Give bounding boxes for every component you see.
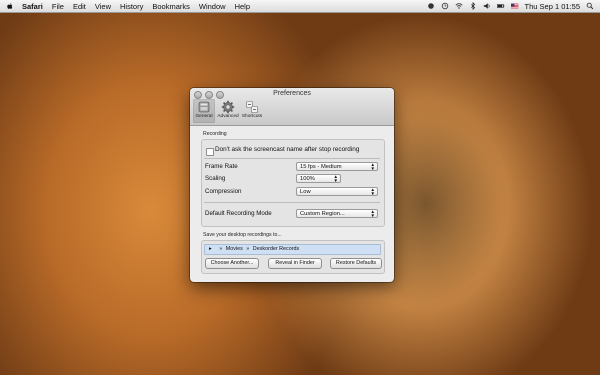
general-icon (198, 101, 210, 113)
toolbar-tabs: General Advanced Shortcuts (193, 99, 263, 123)
menu-extras: Thu Sep 1 01:55 (427, 0, 594, 12)
choose-another-button[interactable]: Choose Another... (205, 258, 259, 269)
menu-history[interactable]: History (120, 2, 143, 11)
path-control[interactable]: ▸ » Movies » Deskorder Records (204, 244, 381, 255)
spotlight-icon[interactable] (586, 2, 594, 10)
path-movies[interactable]: Movies (226, 246, 243, 252)
save-section-label: Save your desktop recordings to... (203, 232, 282, 238)
frame-rate-label: Frame Rate (205, 163, 238, 170)
menu-app-name[interactable]: Safari (22, 2, 43, 11)
frame-rate-select[interactable]: 15 fps - Medium ▲ ▼ (296, 162, 378, 171)
scaling-value: 100% (300, 176, 315, 182)
volume-icon[interactable] (483, 2, 491, 10)
menu-view[interactable]: View (95, 2, 111, 11)
path-root-icon: ▸ (209, 246, 212, 252)
scaling-select[interactable]: 100% ▲ ▼ (296, 174, 341, 183)
title-bar: Preferences General Advanced Shortcuts (190, 88, 394, 126)
menu-file[interactable]: File (52, 2, 64, 11)
menu-bookmarks[interactable]: Bookmarks (152, 2, 190, 11)
bluetooth-icon[interactable] (469, 2, 477, 10)
stepper-arrows-icon: ▲ ▼ (370, 162, 375, 171)
menu-help[interactable]: Help (235, 2, 250, 11)
default-mode-label: Default Recording Mode (205, 210, 272, 217)
tab-shortcuts-label: Shortcuts (241, 114, 263, 119)
path-sep-icon: » (219, 246, 223, 252)
stepper-arrows-icon: ▲ ▼ (370, 209, 375, 218)
recording-section-label: Recording (203, 131, 227, 137)
default-mode-value: Custom Region... (300, 211, 345, 217)
compression-select[interactable]: Low ▲ ▼ (296, 187, 378, 196)
apple-menu-icon[interactable] (6, 2, 14, 10)
battery-icon[interactable] (496, 2, 505, 10)
dont-ask-checkbox[interactable] (206, 148, 214, 156)
default-mode-select[interactable]: Custom Region... ▲ ▼ (296, 209, 378, 218)
flag-icon[interactable] (510, 2, 519, 10)
shortcuts-icon (246, 101, 258, 113)
gear-icon (221, 100, 235, 114)
stepper-arrows-icon: ▲ ▼ (333, 174, 338, 183)
path-sep-icon: » (246, 246, 250, 252)
stepper-arrows-icon: ▲ ▼ (370, 187, 375, 196)
window-title: Preferences (273, 90, 311, 97)
path-deskorder-records[interactable]: Deskorder Records (253, 246, 299, 252)
tab-advanced-label: Advanced (217, 114, 239, 119)
recorder-icon[interactable] (427, 2, 435, 10)
compression-label: Compression (205, 188, 242, 195)
menu-bar: Safari File Edit View History Bookmarks … (0, 0, 600, 13)
menu-clock[interactable]: Thu Sep 1 01:55 (525, 2, 580, 11)
restore-defaults-button[interactable]: Restore Defaults (330, 258, 382, 269)
menu-window[interactable]: Window (199, 2, 226, 11)
menu-edit[interactable]: Edit (73, 2, 86, 11)
tab-shortcuts[interactable]: Shortcuts (241, 99, 263, 123)
compression-value: Low (300, 189, 311, 195)
tab-general[interactable]: General (193, 99, 215, 123)
mode-separator (204, 202, 380, 203)
reveal-in-finder-button[interactable]: Reveal in Finder (268, 258, 322, 269)
time-machine-icon[interactable] (441, 2, 449, 10)
scaling-label: Scaling (205, 175, 226, 182)
tab-general-label: General (195, 114, 213, 119)
tab-advanced[interactable]: Advanced (217, 99, 239, 123)
dont-ask-label: Don't ask the screencast name after stop… (215, 146, 360, 153)
frame-rate-value: 15 fps - Medium (300, 164, 342, 170)
wifi-icon[interactable] (455, 2, 463, 10)
recording-separator (204, 158, 380, 159)
